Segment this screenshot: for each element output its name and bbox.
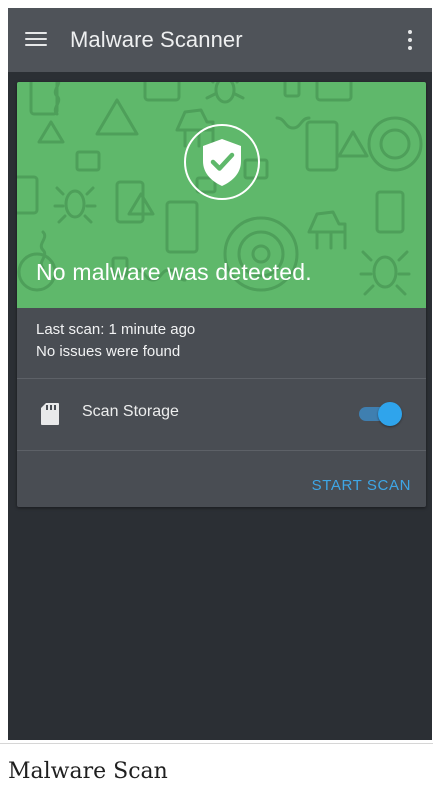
scan-storage-label: Scan Storage [82, 403, 179, 420]
divider [17, 450, 426, 451]
status-headline: No malware was detected. [36, 259, 312, 285]
last-scan-text: Last scan: 1 minute ago [36, 321, 196, 338]
phone-screen: Malware Scanner No malware was detected.… [8, 8, 432, 740]
status-banner: No malware was detected. [17, 82, 426, 308]
hamburger-menu-icon[interactable] [25, 30, 47, 48]
sd-card-icon [41, 403, 59, 425]
app-title: Malware Scanner [70, 27, 243, 52]
scan-storage-row[interactable]: Scan Storage [17, 379, 426, 449]
shield-check-icon [182, 122, 262, 202]
scan-storage-toggle[interactable] [358, 401, 404, 427]
issues-text: No issues were found [36, 343, 181, 360]
more-vert-icon[interactable] [402, 28, 418, 52]
screenshot-caption: Malware Scan [8, 759, 168, 784]
start-scan-button[interactable]: START SCAN [312, 477, 411, 494]
toggle-thumb [378, 402, 402, 426]
scan-status-card: No malware was detected. Last scan: 1 mi… [17, 82, 426, 507]
scan-info: Last scan: 1 minute ago No issues were f… [36, 319, 195, 363]
caption-divider [0, 743, 433, 744]
app-bar: Malware Scanner [8, 8, 432, 72]
